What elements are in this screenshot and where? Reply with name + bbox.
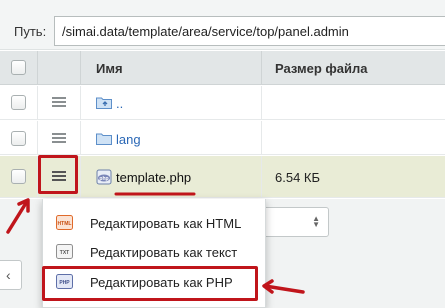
menu-item-label: Редактировать как текст bbox=[90, 245, 238, 260]
svg-text:HTML: HTML bbox=[58, 221, 72, 227]
annotation-highlight-menu-button bbox=[38, 155, 78, 194]
svg-text:php: php bbox=[99, 176, 108, 182]
row-checkbox[interactable] bbox=[11, 169, 26, 184]
row-checkbox[interactable] bbox=[11, 95, 26, 110]
svg-text:TXT: TXT bbox=[60, 250, 69, 256]
path-input[interactable] bbox=[54, 16, 445, 46]
row-checkbox[interactable] bbox=[11, 131, 26, 146]
file-name-link[interactable]: lang bbox=[116, 132, 141, 147]
table-row[interactable]: .. bbox=[0, 86, 445, 120]
folder-icon bbox=[96, 133, 112, 145]
select-arrows-icon: ▲ ▼ bbox=[312, 214, 320, 229]
column-header-size[interactable]: Размер файла bbox=[275, 61, 368, 76]
menu-item-edit-html[interactable]: HTML Редактировать как HTML bbox=[43, 210, 267, 236]
select-all-checkbox[interactable] bbox=[11, 60, 26, 75]
column-header-name[interactable]: Имя bbox=[96, 61, 123, 76]
txt-icon: TXT bbox=[56, 244, 73, 259]
row-menu-icon[interactable] bbox=[52, 133, 66, 144]
menu-item-edit-text[interactable]: TXT Редактировать как текст bbox=[43, 239, 267, 265]
path-bar: Путь: bbox=[0, 0, 445, 50]
table-row[interactable]: lang bbox=[0, 121, 445, 155]
file-size: 6.54 КБ bbox=[275, 170, 321, 185]
annotation-highlight-php-item bbox=[42, 266, 258, 301]
chevron-left-icon: ‹ bbox=[6, 267, 11, 283]
table-header: Имя Размер файла bbox=[0, 51, 445, 85]
html-icon: HTML bbox=[56, 215, 73, 230]
folder-up-icon bbox=[96, 97, 112, 109]
php-file-icon: php bbox=[96, 169, 112, 185]
menu-item-label: Редактировать как HTML bbox=[90, 216, 242, 231]
path-label: Путь: bbox=[14, 24, 47, 39]
file-name-link[interactable]: template.php bbox=[116, 170, 191, 185]
file-name-link[interactable]: .. bbox=[116, 96, 123, 111]
row-menu-icon[interactable] bbox=[52, 97, 66, 108]
prev-page-button[interactable]: ‹ bbox=[0, 260, 22, 290]
